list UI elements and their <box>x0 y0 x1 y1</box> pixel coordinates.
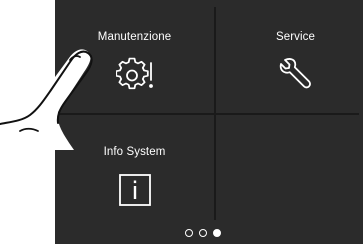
tile-service[interactable]: Service <box>216 0 363 111</box>
wrench-icon <box>277 56 315 94</box>
tile-manutenzione[interactable]: Manutenzione <box>55 0 214 111</box>
info-icon <box>116 171 154 209</box>
menu-grid: Manutenzione Service Info System <box>55 0 363 222</box>
tile-service-label: Service <box>275 31 316 43</box>
tile-manutenzione-label: Manutenzione <box>97 31 172 43</box>
page-dot-2[interactable] <box>199 229 207 237</box>
tile-info-system-label: Info System <box>103 146 166 158</box>
display-screen: Manutenzione Service Info System <box>55 0 363 244</box>
tile-empty <box>216 115 363 226</box>
tile-info-system[interactable]: Info System <box>55 115 214 226</box>
page-indicator <box>185 227 221 239</box>
device-photo: Manutenzione Service Info System <box>0 0 363 244</box>
page-dot-3-active[interactable] <box>213 229 221 237</box>
page-dot-1[interactable] <box>185 229 193 237</box>
gear-alert-icon <box>115 56 154 94</box>
